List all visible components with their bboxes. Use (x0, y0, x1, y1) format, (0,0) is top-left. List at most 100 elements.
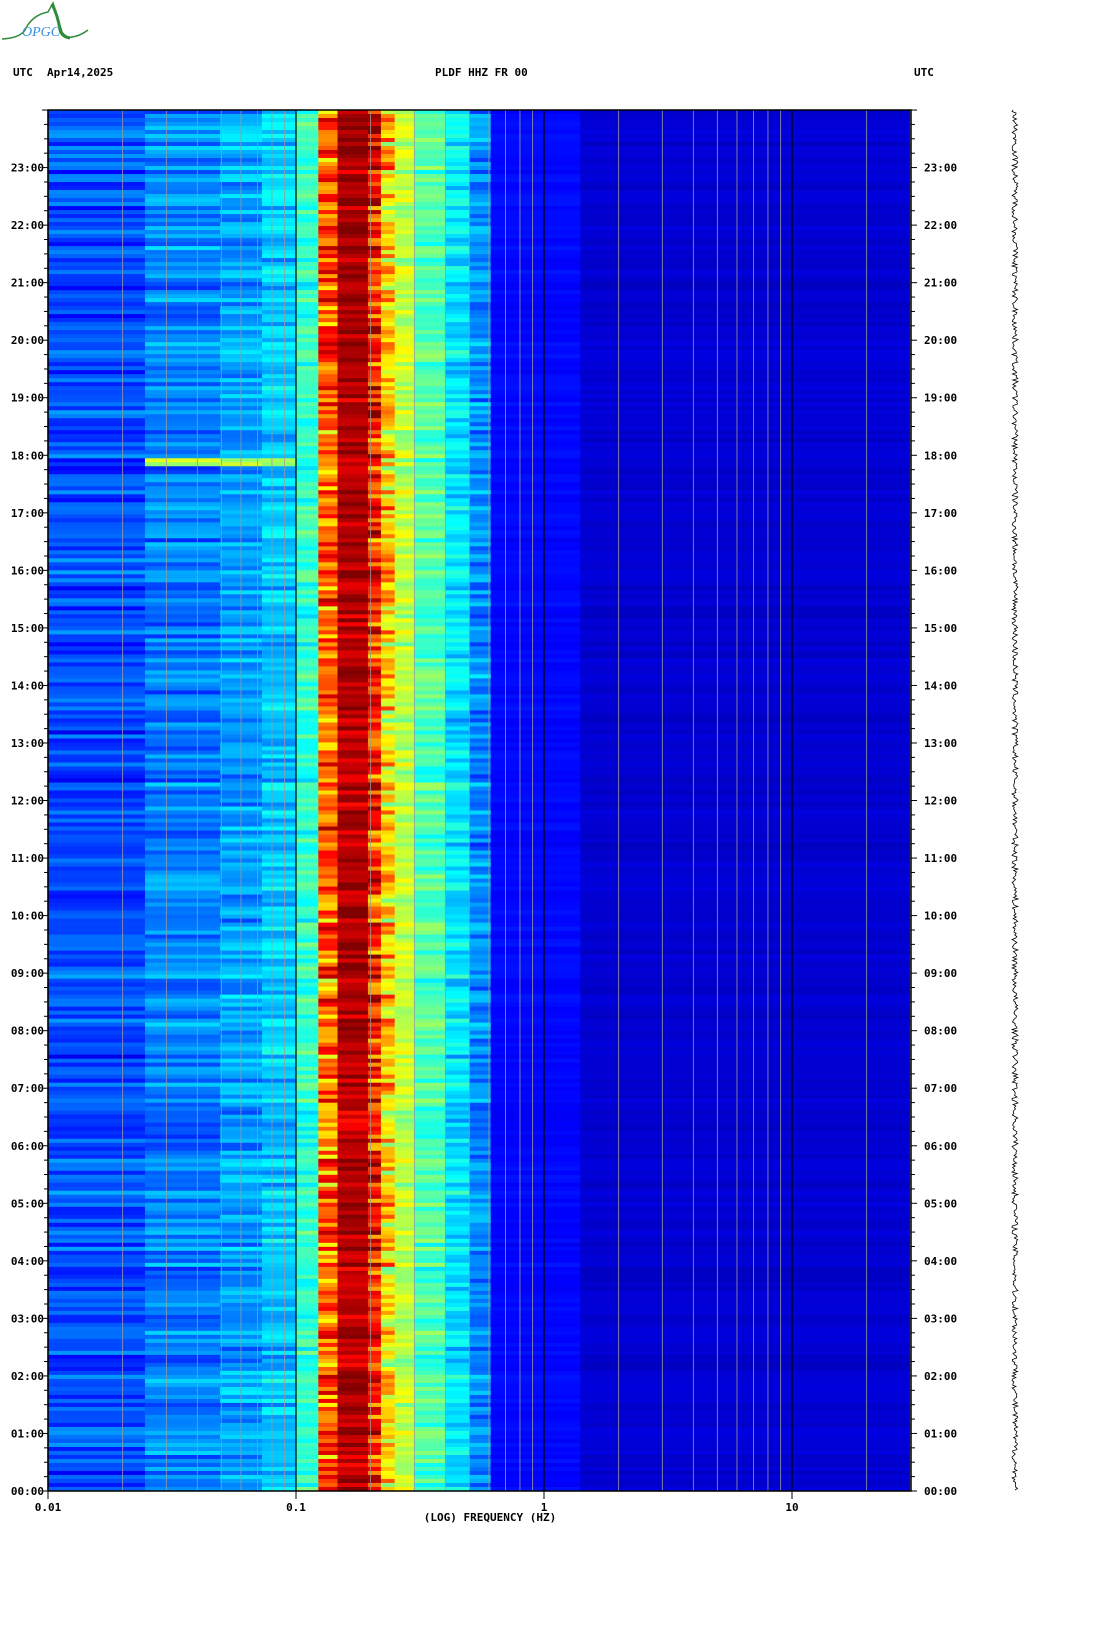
heatmap-cell (144, 622, 221, 627)
heatmap-cell (469, 1210, 492, 1216)
heatmap-cell (469, 370, 492, 375)
heatmap-cell (469, 394, 492, 399)
heatmap-cell (580, 1190, 911, 1196)
heatmap-cell (580, 1050, 911, 1056)
heatmap-cell (144, 218, 221, 223)
heatmap-cell (490, 746, 581, 751)
heatmap-cell (414, 1294, 446, 1300)
heatmap-cell (445, 1270, 470, 1276)
heatmap-cell (318, 230, 338, 235)
heatmap-cell (367, 266, 382, 271)
heatmap-cell (318, 594, 338, 599)
heatmap-cell (490, 1190, 581, 1196)
heatmap-cell (337, 630, 369, 635)
heatmap-cell (48, 1122, 146, 1128)
heatmap-cell (469, 1146, 492, 1152)
heatmap-cell (318, 1414, 338, 1420)
heatmap-cell (380, 1146, 396, 1152)
heatmap-cell (394, 310, 415, 315)
heatmap-cell (490, 962, 581, 968)
heatmap-cell (380, 382, 396, 387)
heatmap-cell (580, 1298, 911, 1304)
heatmap-cell (367, 386, 382, 391)
heatmap-cell (580, 1230, 911, 1236)
heatmap-cell (469, 386, 492, 391)
heatmap-cell (580, 206, 911, 211)
heatmap-cell (296, 1414, 319, 1420)
heatmap-cell (337, 478, 369, 483)
heatmap-cell (367, 602, 382, 607)
heatmap-cell (490, 1058, 581, 1064)
heatmap-cell (296, 794, 319, 799)
heatmap-cell (490, 1350, 581, 1356)
heatmap-cell (580, 570, 911, 575)
heatmap-cell (261, 1114, 297, 1120)
heatmap-cell (394, 326, 415, 331)
heatmap-cell (144, 950, 221, 956)
heatmap-cell (296, 1130, 319, 1136)
heatmap-cell (380, 538, 396, 543)
heatmap-cell (469, 142, 492, 147)
heatmap-cell (48, 866, 146, 872)
heatmap-cell (296, 826, 319, 832)
heatmap-cell (580, 322, 911, 327)
heatmap-cell (144, 398, 221, 403)
heatmap-cell (580, 462, 911, 467)
heatmap-cell (380, 146, 396, 151)
heatmap-cell (367, 1082, 382, 1088)
heatmap-cell (469, 1042, 492, 1048)
heatmap-cell (337, 1266, 369, 1272)
heatmap-cell (144, 922, 221, 928)
heatmap-cell (414, 1234, 446, 1240)
heatmap-cell (445, 1146, 470, 1152)
heatmap-cell (414, 1158, 446, 1164)
heatmap-cell (144, 914, 221, 920)
heatmap-cell (337, 1314, 369, 1320)
heatmap-cell (318, 1086, 338, 1092)
heatmap-cell (48, 254, 146, 259)
heatmap-cell (414, 214, 446, 219)
heatmap-cell (296, 1006, 319, 1012)
heatmap-cell (261, 522, 297, 527)
heatmap-cell (580, 938, 911, 944)
heatmap-cell (337, 934, 369, 940)
heatmap-cell (367, 670, 382, 675)
heatmap-cell (414, 410, 446, 415)
heatmap-cell (337, 354, 369, 359)
heatmap-cell (469, 998, 492, 1004)
heatmap-cell (490, 362, 581, 367)
heatmap-cell (380, 1254, 396, 1260)
heatmap-cell (337, 162, 369, 167)
heatmap-cell (296, 1410, 319, 1416)
heatmap-cell (394, 258, 415, 263)
heatmap-cell (380, 1366, 396, 1372)
heatmap-cell (337, 658, 369, 663)
heatmap-cell (318, 298, 338, 303)
heatmap-cell (380, 334, 396, 339)
heatmap-cell (318, 170, 338, 175)
heatmap-cell (261, 450, 297, 455)
heatmap-cell (490, 718, 581, 723)
heatmap-cell (490, 1122, 581, 1128)
heatmap-cell (337, 594, 369, 599)
heatmap-cell (367, 382, 382, 387)
heatmap-cell (445, 502, 470, 507)
heatmap-cell (144, 762, 221, 767)
heatmap-cell (318, 1038, 338, 1044)
heatmap-cell (394, 278, 415, 283)
heatmap-cell (337, 430, 369, 435)
heatmap-cell (318, 478, 338, 483)
heatmap-cell (367, 1038, 382, 1044)
heatmap-cell (318, 894, 338, 900)
heatmap-cell (367, 570, 382, 575)
heatmap-cell (414, 338, 446, 343)
heatmap-cell (394, 1274, 415, 1280)
heatmap-cell (580, 226, 911, 231)
heatmap-cell (414, 650, 446, 655)
heatmap-cell (490, 790, 581, 795)
heatmap-cell (580, 950, 911, 956)
heatmap-cell (469, 218, 492, 223)
heatmap-cell (337, 198, 369, 203)
heatmap-cell (367, 1430, 382, 1436)
heatmap-cell (48, 298, 146, 303)
